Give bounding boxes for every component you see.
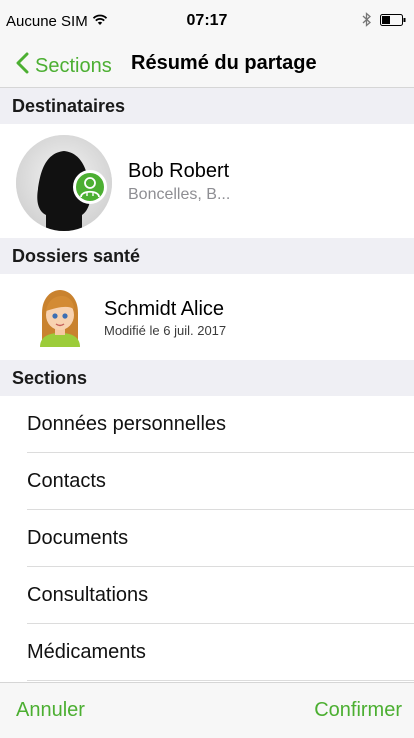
- chevron-left-icon: [16, 52, 29, 80]
- navigation-bar: Sections Résumé du partage: [0, 40, 414, 88]
- health-records-header: Dossiers santé: [0, 238, 414, 274]
- record-modified-date: Modifié le 6 juil. 2017: [104, 323, 227, 338]
- doctor-badge-icon: [73, 170, 107, 204]
- list-item[interactable]: Consultations: [0, 567, 414, 624]
- recipients-header: Destinataires: [0, 88, 414, 124]
- health-record-row[interactable]: Schmidt Alice Modifié le 6 juil. 2017: [0, 274, 414, 360]
- bluetooth-icon: [362, 12, 372, 32]
- list-item[interactable]: Documents: [0, 510, 414, 567]
- back-label: Sections: [35, 54, 112, 77]
- cancel-button[interactable]: Annuler: [16, 699, 85, 722]
- list-item[interactable]: Données personnelles: [0, 396, 414, 453]
- confirm-button[interactable]: Confirmer: [314, 699, 402, 722]
- list-item[interactable]: Contacts: [0, 453, 414, 510]
- bottom-toolbar: Annuler Confirmer: [0, 682, 414, 738]
- recipient-row[interactable]: Bob Robert Boncelles, B...: [0, 126, 414, 231]
- share-summary-screen: Aucune SIM 07:17 Sections Résumé du part…: [0, 0, 414, 738]
- status-right: [362, 12, 406, 32]
- list-item[interactable]: Médicaments: [0, 624, 414, 681]
- sections-header: Sections: [0, 360, 414, 396]
- battery-icon: [380, 13, 406, 31]
- back-button[interactable]: Sections: [16, 52, 112, 80]
- page-title: Résumé du partage: [131, 52, 317, 74]
- patient-name: Schmidt Alice: [104, 298, 225, 320]
- recipient-location: Boncelles, B...: [128, 186, 231, 203]
- status-bar: Aucune SIM 07:17: [0, 0, 414, 40]
- recipient-name: Bob Robert: [128, 160, 230, 182]
- patient-avatar: [34, 287, 86, 347]
- sections-list: Données personnelles Contacts Documents …: [0, 396, 414, 681]
- clock: 07:17: [186, 12, 228, 29]
